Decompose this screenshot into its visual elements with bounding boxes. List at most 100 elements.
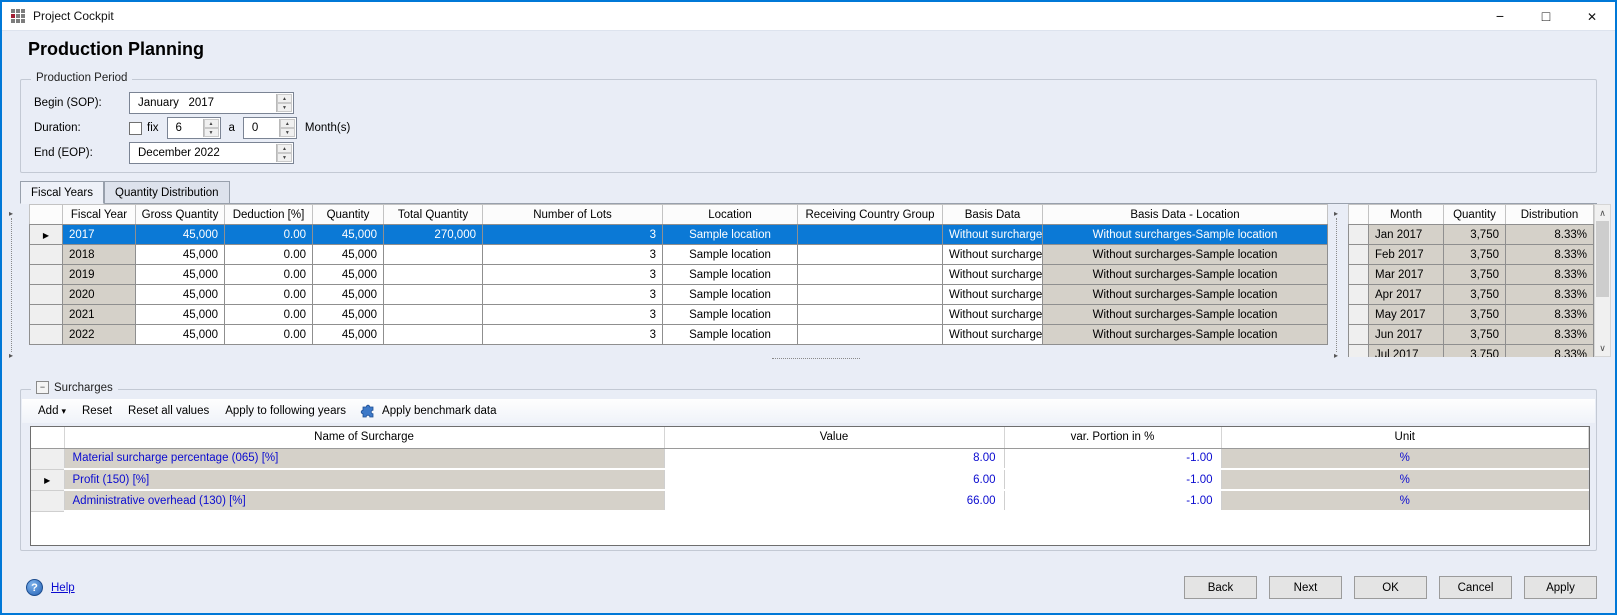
row-selector-cell[interactable] xyxy=(1349,285,1369,305)
cell-total-quantity[interactable]: 270,000 xyxy=(384,225,483,245)
middle-collapse-splitter[interactable] xyxy=(1328,210,1344,360)
col-basis-data-location[interactable]: Basis Data - Location xyxy=(1043,205,1328,225)
apply-button[interactable]: Apply xyxy=(1524,576,1597,599)
cell-var-portion[interactable]: -1.00 xyxy=(1004,448,1221,469)
cell-quantity[interactable]: 45,000 xyxy=(313,225,384,245)
cell-location[interactable]: Sample location xyxy=(663,325,798,345)
cell-distribution[interactable]: 8.33% xyxy=(1506,265,1594,285)
end-eop-field[interactable]: December 2022 xyxy=(129,142,294,164)
cell-basis-data-location[interactable]: Without surcharges-Sample location xyxy=(1043,325,1328,345)
spin-down-icon[interactable] xyxy=(277,153,292,162)
row-selector-header[interactable] xyxy=(30,205,63,225)
row-selector-cell[interactable] xyxy=(1349,345,1369,358)
month-table-row[interactable]: Feb 20173,7508.33% xyxy=(1349,245,1594,265)
cell-month[interactable]: Jan 2017 xyxy=(1369,225,1444,245)
cell-fiscal-year[interactable]: 2020 xyxy=(63,285,136,305)
cell-month[interactable]: Apr 2017 xyxy=(1369,285,1444,305)
cell-month[interactable]: Jun 2017 xyxy=(1369,325,1444,345)
cell-month-quantity[interactable]: 3,750 xyxy=(1444,245,1506,265)
row-selector-cell[interactable] xyxy=(1349,245,1369,265)
cell-basis-data-location[interactable]: Without surcharges-Sample location xyxy=(1043,225,1328,245)
cell-number-of-lots[interactable]: 3 xyxy=(483,245,663,265)
cell-gross-quantity[interactable]: 45,000 xyxy=(136,305,225,325)
month-table-row[interactable]: May 20173,7508.33% xyxy=(1349,305,1594,325)
cell-var-portion[interactable]: -1.00 xyxy=(1004,490,1221,511)
cell-month[interactable]: May 2017 xyxy=(1369,305,1444,325)
month-table-row[interactable]: Apr 20173,7508.33% xyxy=(1349,285,1594,305)
cell-receiving-country-group[interactable] xyxy=(798,285,943,305)
spin-up-icon[interactable] xyxy=(277,144,292,153)
surcharge-table-row[interactable]: Profit (150) [%]6.00-1.00% xyxy=(31,469,1589,490)
col-gross-quantity[interactable]: Gross Quantity xyxy=(136,205,225,225)
cell-basis-data[interactable]: Without surcharges xyxy=(943,285,1043,305)
cell-distribution[interactable]: 8.33% xyxy=(1506,325,1594,345)
cell-month-quantity[interactable]: 3,750 xyxy=(1444,305,1506,325)
row-selector-cell[interactable] xyxy=(30,245,63,265)
col-value[interactable]: Value xyxy=(664,427,1004,448)
cell-deduction[interactable]: 0.00 xyxy=(225,225,313,245)
cell-fiscal-year[interactable]: 2022 xyxy=(63,325,136,345)
maximize-button[interactable] xyxy=(1523,2,1569,30)
cell-month[interactable]: Jul 2017 xyxy=(1369,345,1444,358)
cell-month-quantity[interactable]: 3,750 xyxy=(1444,225,1506,245)
cell-total-quantity[interactable] xyxy=(384,265,483,285)
cell-fiscal-year[interactable]: 2017 xyxy=(63,225,136,245)
cell-surcharge-value[interactable]: 66.00 xyxy=(664,490,1004,511)
row-selector-cell[interactable] xyxy=(31,448,64,469)
row-selector-cell[interactable] xyxy=(30,325,63,345)
cell-basis-data-location[interactable]: Without surcharges-Sample location xyxy=(1043,265,1328,285)
col-fiscal-year[interactable]: Fiscal Year xyxy=(63,205,136,225)
cell-month[interactable]: Mar 2017 xyxy=(1369,265,1444,285)
cell-month[interactable]: Feb 2017 xyxy=(1369,245,1444,265)
help[interactable]: Help xyxy=(26,579,75,596)
cell-total-quantity[interactable] xyxy=(384,285,483,305)
cell-location[interactable]: Sample location xyxy=(663,305,798,325)
cell-distribution[interactable]: 8.33% xyxy=(1506,345,1594,358)
month-table-row[interactable]: Jun 20173,7508.33% xyxy=(1349,325,1594,345)
row-selector-header[interactable] xyxy=(31,427,64,448)
fiscal-table-row[interactable]: 201945,0000.0045,0003Sample locationWith… xyxy=(30,265,1328,285)
cell-quantity[interactable]: 45,000 xyxy=(313,285,384,305)
cell-number-of-lots[interactable]: 3 xyxy=(483,225,663,245)
cell-unit[interactable]: % xyxy=(1221,490,1589,511)
spin-down-icon[interactable] xyxy=(280,128,295,137)
row-selector-cell[interactable] xyxy=(1349,225,1369,245)
collapse-surcharges-button[interactable] xyxy=(36,381,49,394)
cell-fiscal-year[interactable]: 2019 xyxy=(63,265,136,285)
cell-deduction[interactable]: 0.00 xyxy=(225,285,313,305)
row-selector-cell[interactable] xyxy=(31,490,64,511)
cell-location[interactable]: Sample location xyxy=(663,245,798,265)
tab-fiscal-years[interactable]: Fiscal Years xyxy=(20,181,104,204)
close-button[interactable] xyxy=(1569,2,1615,30)
cell-basis-data[interactable]: Without surcharges xyxy=(943,225,1043,245)
row-selector-cell[interactable] xyxy=(1349,325,1369,345)
cell-gross-quantity[interactable]: 45,000 xyxy=(136,245,225,265)
begin-sop-field[interactable]: January 2017 xyxy=(129,92,294,114)
cell-quantity[interactable]: 45,000 xyxy=(313,305,384,325)
cell-deduction[interactable]: 0.00 xyxy=(225,325,313,345)
next-button[interactable]: Next xyxy=(1269,576,1342,599)
reset-button[interactable]: Reset xyxy=(74,403,120,419)
cell-number-of-lots[interactable]: 3 xyxy=(483,265,663,285)
apply-to-following-years-button[interactable]: Apply to following years xyxy=(217,403,354,419)
col-basis-data[interactable]: Basis Data xyxy=(943,205,1043,225)
cell-month-quantity[interactable]: 3,750 xyxy=(1444,265,1506,285)
cell-location[interactable]: Sample location xyxy=(663,265,798,285)
spin-up-icon[interactable] xyxy=(204,119,219,128)
col-receiving-country-group[interactable]: Receiving Country Group xyxy=(798,205,943,225)
spin-up-icon[interactable] xyxy=(277,94,292,103)
cell-deduction[interactable]: 0.00 xyxy=(225,265,313,285)
month-table-scrollbar[interactable] xyxy=(1594,204,1611,357)
row-selector-cell[interactable] xyxy=(30,285,63,305)
cell-distribution[interactable]: 8.33% xyxy=(1506,305,1594,325)
col-number-of-lots[interactable]: Number of Lots xyxy=(483,205,663,225)
tab-quantity-distribution[interactable]: Quantity Distribution xyxy=(104,181,230,203)
cell-number-of-lots[interactable]: 3 xyxy=(483,325,663,345)
cell-basis-data[interactable]: Without surcharges xyxy=(943,265,1043,285)
col-deduction[interactable]: Deduction [%] xyxy=(225,205,313,225)
spin-down-icon[interactable] xyxy=(204,128,219,137)
cell-receiving-country-group[interactable] xyxy=(798,305,943,325)
duration-months-field[interactable]: 0 xyxy=(243,117,297,139)
cell-distribution[interactable]: 8.33% xyxy=(1506,285,1594,305)
cell-location[interactable]: Sample location xyxy=(663,225,798,245)
